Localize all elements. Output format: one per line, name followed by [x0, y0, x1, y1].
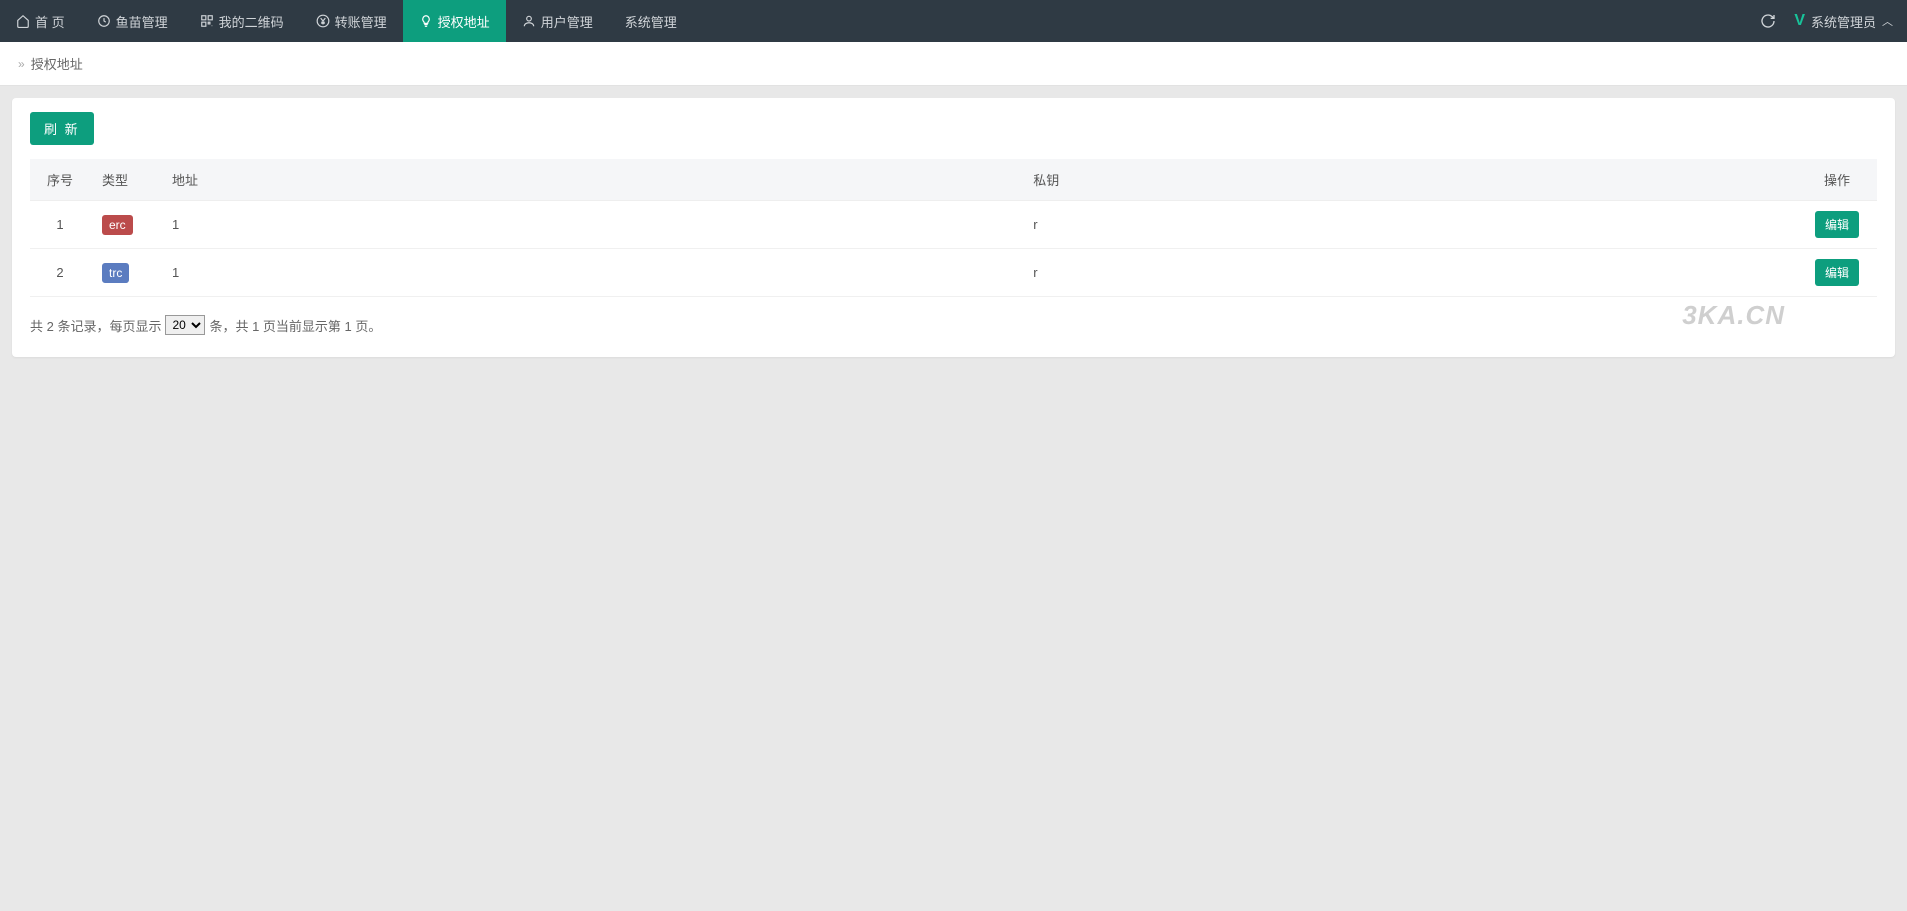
nav-item-0[interactable]: 首 页: [0, 0, 81, 42]
cell-seq: 1: [30, 201, 90, 249]
col-type: 类型: [90, 159, 160, 201]
type-tag: trc: [102, 263, 129, 283]
edit-button[interactable]: 编辑: [1815, 259, 1859, 286]
cell-pk: r: [1021, 201, 1797, 249]
breadcrumb: » 授权地址: [0, 42, 1907, 86]
cell-seq: 2: [30, 249, 90, 297]
nav-label: 我的二维码: [219, 12, 284, 31]
top-right: V 系统管理员 ︿: [1760, 0, 1907, 42]
pager-text-pre: 共 2 条记录，每页显示: [30, 316, 161, 335]
type-tag: erc: [102, 215, 133, 235]
qrcode-icon: [200, 14, 214, 28]
nav-item-2[interactable]: 我的二维码: [184, 0, 300, 42]
reload-icon[interactable]: [1760, 13, 1776, 29]
cell-pk: r: [1021, 249, 1797, 297]
nav-label: 转账管理: [335, 12, 387, 31]
main-nav: 首 页 鱼苗管理 我的二维码 转账管理 授权地址 用户管理 系统管理: [0, 0, 1760, 42]
breadcrumb-arrow-icon: »: [18, 57, 25, 71]
cell-op: 编辑: [1797, 201, 1877, 249]
page-size-select[interactable]: 20: [165, 315, 205, 335]
nav-item-6[interactable]: 系统管理: [609, 0, 693, 42]
chevron-up-icon: ︿: [1882, 13, 1893, 29]
cell-type: erc: [90, 201, 160, 249]
cell-op: 编辑: [1797, 249, 1877, 297]
top-navbar: 首 页 鱼苗管理 我的二维码 转账管理 授权地址 用户管理 系统管理 V 系统管理员 ︿: [0, 0, 1907, 42]
content-card: 刷 新 序号 类型 地址 私钥 操作 1erc1r编辑2trc1r编辑 共 2 …: [12, 98, 1895, 357]
user-name: 系统管理员: [1811, 12, 1876, 31]
v-badge-icon: V: [1794, 12, 1805, 30]
nav-item-4[interactable]: 授权地址: [403, 0, 506, 42]
nav-item-3[interactable]: 转账管理: [300, 0, 403, 42]
nav-label: 系统管理: [625, 12, 677, 31]
pager-text-post: 条，共 1 页当前显示第 1 页。: [209, 316, 381, 335]
yen-icon: [316, 14, 330, 28]
data-table: 序号 类型 地址 私钥 操作 1erc1r编辑2trc1r编辑: [30, 159, 1877, 297]
refresh-button[interactable]: 刷 新: [30, 112, 94, 145]
table-row: 2 trc 1r 编辑: [30, 249, 1877, 297]
nav-label: 首 页: [35, 12, 65, 31]
nav-label: 用户管理: [541, 12, 593, 31]
pagination: 共 2 条记录，每页显示 20 条，共 1 页当前显示第 1 页。: [30, 315, 1877, 335]
col-op: 操作: [1797, 159, 1877, 201]
bulb-icon: [419, 14, 433, 28]
home-icon: [16, 14, 30, 28]
col-addr: 地址: [160, 159, 1021, 201]
clock-icon: [97, 14, 111, 28]
user-menu[interactable]: V 系统管理员 ︿: [1794, 12, 1893, 31]
edit-button[interactable]: 编辑: [1815, 211, 1859, 238]
nav-label: 授权地址: [438, 12, 490, 31]
cell-addr: 1: [160, 249, 1021, 297]
col-pk: 私钥: [1021, 159, 1797, 201]
table-header-row: 序号 类型 地址 私钥 操作: [30, 159, 1877, 201]
table-row: 1erc1r编辑: [30, 201, 1877, 249]
nav-label: 鱼苗管理: [116, 12, 168, 31]
nav-item-1[interactable]: 鱼苗管理: [81, 0, 184, 42]
cell-type: trc: [90, 249, 160, 297]
cell-addr: 1: [160, 201, 1021, 249]
nav-item-5[interactable]: 用户管理: [506, 0, 609, 42]
user-icon: [522, 14, 536, 28]
breadcrumb-current: 授权地址: [31, 54, 83, 73]
col-seq: 序号: [30, 159, 90, 201]
